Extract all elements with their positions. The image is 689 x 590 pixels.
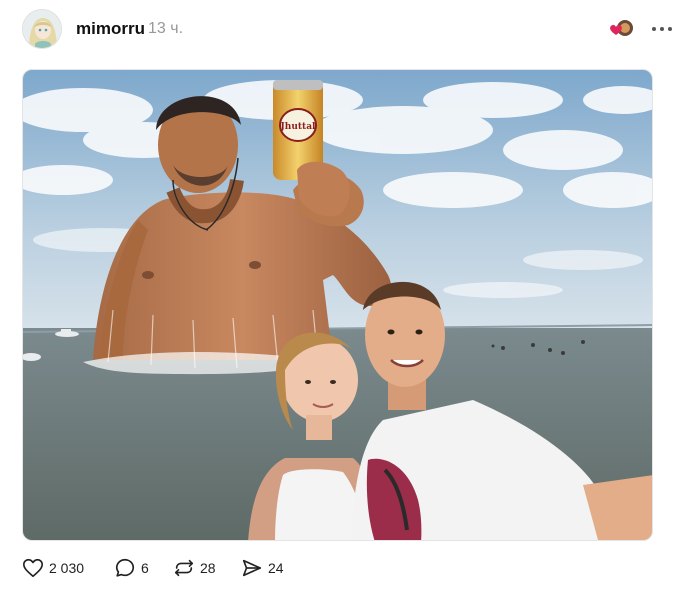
post-photo[interactable]: Jhuttal [22,69,653,541]
post-actions: 2 030 6 28 24 [22,556,322,580]
heart-icon [23,558,43,578]
user-avatar[interactable] [22,9,62,49]
username[interactable]: mimorru [76,19,145,39]
reactors-indicator[interactable] [608,19,634,39]
more-options-button[interactable] [650,17,674,41]
post-header: mimorru 13 ч. [22,9,672,49]
send-icon [242,559,262,577]
more-dots-icon [652,27,672,31]
avatar-image [23,10,61,48]
repost-count: 28 [200,560,216,576]
repost-icon [174,559,194,577]
post-time: 13 ч. [148,20,184,37]
like-count: 2 030 [49,560,85,576]
photo-illustration: Jhuttal [23,70,652,540]
comment-icon [115,558,135,577]
share-count: 24 [268,560,284,576]
reply-count: 6 [141,560,149,576]
repost-button[interactable]: 28 [173,556,216,580]
reply-button[interactable]: 6 [114,556,149,580]
can-label: Jhuttal [280,122,316,132]
share-button[interactable]: 24 [241,556,284,580]
heart-with-avatar-icon [610,20,633,36]
like-button[interactable]: 2 030 [22,556,84,580]
